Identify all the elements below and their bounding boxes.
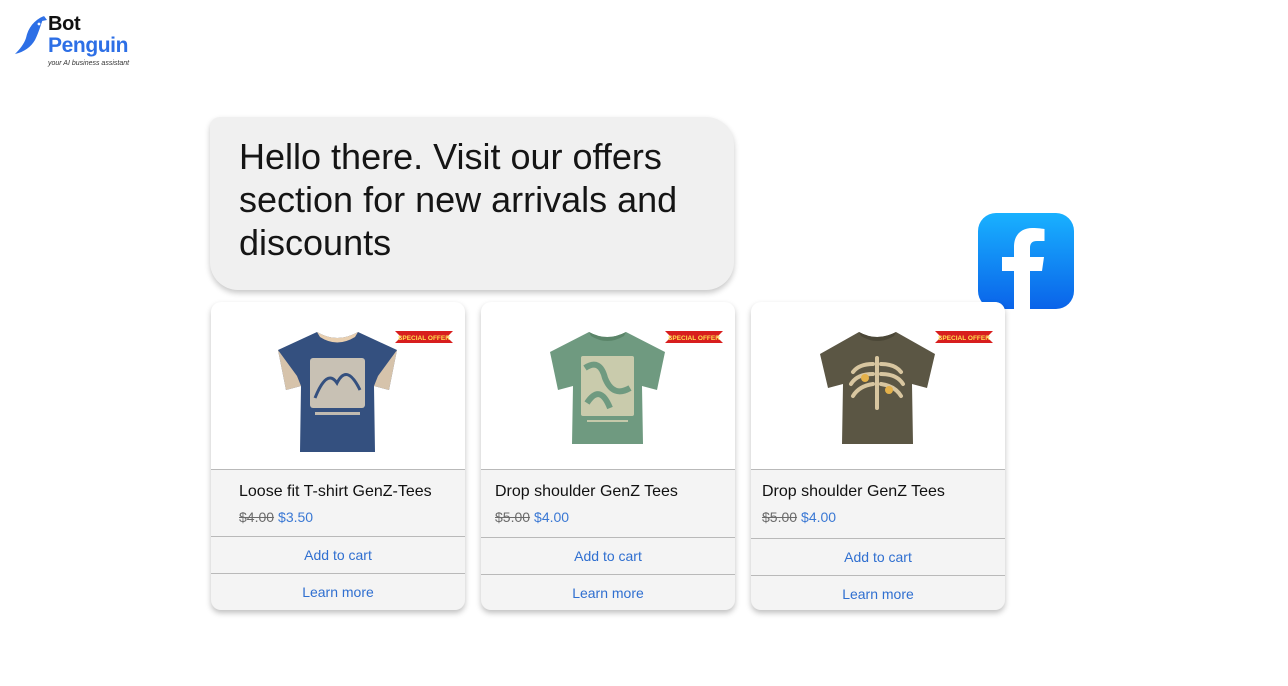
product-title: Drop shoulder GenZ Tees	[762, 483, 945, 500]
chat-message-bubble: Hello there. Visit our offers section fo…	[210, 117, 734, 290]
original-price: $5.00	[495, 509, 531, 525]
facebook-icon	[978, 213, 1074, 309]
special-offer-badge: SPECIAL OFFER	[935, 331, 993, 343]
add-to-cart-button[interactable]: Add to cart	[211, 536, 465, 572]
product-image: SPECIAL OFFER	[211, 302, 465, 470]
brand-name-line2: Penguin	[48, 34, 129, 57]
product-prices: $4.00 $3.50	[239, 509, 313, 525]
tshirt-image	[278, 332, 397, 452]
svg-text:SPECIAL OFFER: SPECIAL OFFER	[668, 335, 720, 342]
brand-name-line1: Bot	[48, 13, 81, 35]
product-card: SPECIAL OFFER Loose fit T-shirt GenZ-Tee…	[211, 302, 465, 610]
brand-tagline: your AI business assistant	[48, 60, 130, 67]
learn-more-button[interactable]: Learn more	[751, 575, 1005, 610]
product-prices: $5.00 $4.00	[495, 509, 569, 525]
tshirt-image	[820, 332, 935, 444]
sale-price: $4.00	[801, 509, 837, 525]
product-prices: $5.00 $4.00	[762, 509, 836, 525]
product-card: SPECIAL OFFER Drop shoulder GenZ Tees $5…	[481, 302, 735, 610]
sale-price: $3.50	[278, 509, 314, 525]
chat-message-text: Hello there. Visit our offers section fo…	[239, 136, 678, 263]
learn-more-button[interactable]: Learn more	[481, 574, 735, 610]
sale-price: $4.00	[534, 509, 570, 525]
original-price: $4.00	[239, 509, 275, 525]
add-to-cart-button[interactable]: Add to cart	[481, 537, 735, 573]
product-title: Loose fit T-shirt GenZ-Tees	[239, 483, 432, 500]
svg-text:SPECIAL OFFER: SPECIAL OFFER	[398, 335, 450, 342]
learn-more-button[interactable]: Learn more	[211, 573, 465, 609]
original-price: $5.00	[762, 509, 798, 525]
svg-text:SPECIAL OFFER: SPECIAL OFFER	[938, 335, 990, 342]
tshirt-image	[550, 332, 665, 444]
penguin-bird-icon	[15, 16, 47, 54]
product-card: SPECIAL OFFER Drop shoulder GenZ Tees $5…	[751, 302, 1005, 610]
product-image: SPECIAL OFFER	[751, 302, 1005, 470]
add-to-cart-button[interactable]: Add to cart	[751, 538, 1005, 574]
product-title: Drop shoulder GenZ Tees	[495, 483, 678, 500]
botpenguin-logo: Bot Penguin your AI business assistant	[14, 12, 144, 72]
product-image: SPECIAL OFFER	[481, 302, 735, 470]
special-offer-badge: SPECIAL OFFER	[395, 331, 453, 343]
special-offer-badge: SPECIAL OFFER	[665, 331, 723, 343]
